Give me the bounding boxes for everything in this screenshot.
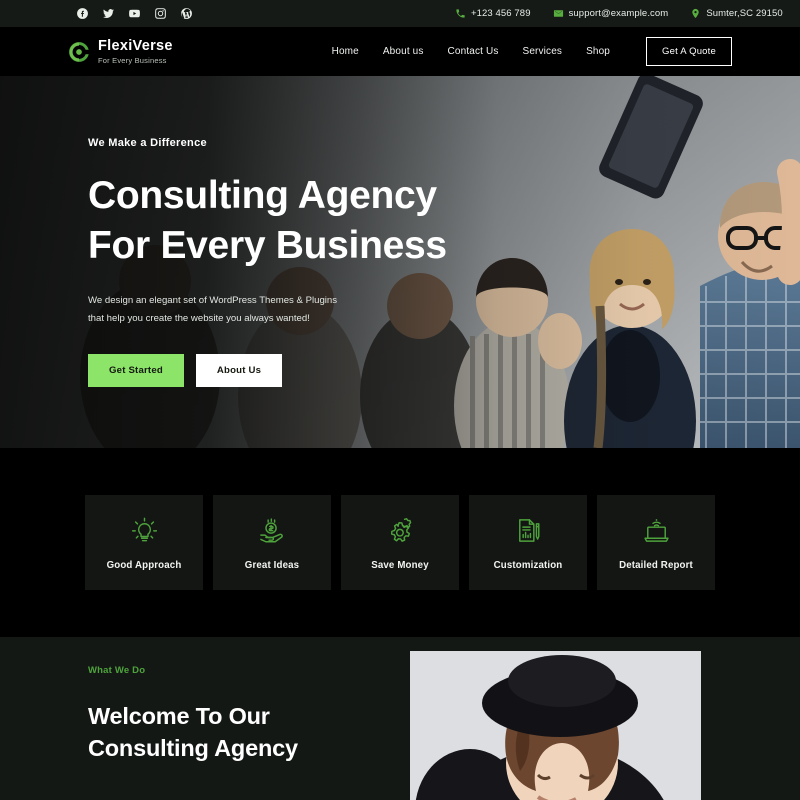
hero-eyebrow: We Make a Difference <box>88 137 207 150</box>
wordpress-icon[interactable] <box>180 7 193 20</box>
hero-buttons: Get Started About Us <box>88 353 447 387</box>
features-section: Good Approach Great Ideas Save Money Cus… <box>0 448 800 637</box>
hand-coin-icon <box>257 515 288 546</box>
hero-content: We Make a Difference Consulting Agency F… <box>88 76 447 448</box>
about-title-line-2: Consulting Agency <box>88 735 298 762</box>
feature-label: Customization <box>493 559 563 571</box>
feature-card-save-money[interactable]: Save Money <box>341 495 459 590</box>
twitter-icon[interactable] <box>102 7 115 20</box>
brand-tagline: For Every Business <box>98 55 167 65</box>
brand-logo[interactable]: FlexiVerse For Every Business <box>68 39 173 64</box>
location-pin-icon <box>692 8 700 19</box>
feature-card-good-approach[interactable]: Good Approach <box>85 495 203 590</box>
address-text: Sumter,SC 29150 <box>706 8 783 19</box>
brand-name: FlexiVerse <box>98 38 173 54</box>
about-section: What We Do Welcome To Our Consulting Age… <box>0 637 800 800</box>
contact-info: +123 456 789 support@example.com Sumter,… <box>455 0 783 27</box>
youtube-icon[interactable] <box>128 7 141 20</box>
facebook-icon[interactable] <box>76 7 89 20</box>
phone-contact[interactable]: +123 456 789 <box>455 8 531 19</box>
feature-label: Good Approach <box>106 559 182 571</box>
nav-item-home[interactable]: Home <box>332 46 359 57</box>
feature-card-customization[interactable]: Customization <box>469 495 587 590</box>
laptop-wifi-icon <box>641 515 672 546</box>
site-header: FlexiVerse For Every Business Home About… <box>0 27 800 76</box>
nav-item-contact-us[interactable]: Contact Us <box>448 46 499 57</box>
nav-item-services[interactable]: Services <box>523 46 563 57</box>
features-grid: Good Approach Great Ideas Save Money Cus… <box>85 495 715 590</box>
envelope-icon <box>553 10 563 17</box>
about-title-line-1: Welcome To Our <box>88 703 270 729</box>
hero-paragraph-line-2: that help you create the website you alw… <box>88 312 310 324</box>
feature-card-detailed-report[interactable]: Detailed Report <box>597 495 715 590</box>
feature-label: Detailed Report <box>619 559 693 571</box>
email-contact[interactable]: support@example.com <box>553 8 669 19</box>
nav-item-shop[interactable]: Shop <box>586 46 610 57</box>
feature-card-great-ideas[interactable]: Great Ideas <box>213 495 331 590</box>
instagram-icon[interactable] <box>154 7 167 20</box>
hero-title-line-2: For Every Business <box>88 224 447 268</box>
about-us-button[interactable]: About Us <box>195 353 283 387</box>
main-navigation: Home About us Contact Us Services Shop G… <box>332 27 732 76</box>
phone-text: +123 456 789 <box>471 8 531 19</box>
document-pen-icon <box>513 515 544 546</box>
about-title: Welcome To Our Consulting Agency <box>88 700 388 765</box>
lightbulb-icon <box>129 515 160 546</box>
social-links <box>76 7 193 20</box>
hero-paragraph: We design an elegant set of WordPress Th… <box>88 292 447 327</box>
hero-section: We Make a Difference Consulting Agency F… <box>0 76 800 448</box>
feature-label: Save Money <box>371 559 429 571</box>
logo-icon <box>69 41 90 62</box>
about-eyebrow: What We Do <box>88 665 146 676</box>
landing-page: +123 456 789 support@example.com Sumter,… <box>0 0 800 800</box>
feature-label: Great Ideas <box>244 559 300 571</box>
about-photo <box>410 651 701 800</box>
hero-title: Consulting Agency For Every Business <box>88 171 447 271</box>
address-contact[interactable]: Sumter,SC 29150 <box>690 8 783 19</box>
hero-paragraph-line-1: We design an elegant set of WordPress Th… <box>88 295 338 307</box>
email-text: support@example.com <box>568 8 669 19</box>
about-text-block: What We Do Welcome To Our Consulting Age… <box>88 665 388 765</box>
top-utility-bar: +123 456 789 support@example.com Sumter,… <box>0 0 800 27</box>
gears-icon <box>385 515 416 546</box>
hero-title-line-1: Consulting Agency <box>88 174 437 218</box>
about-photo-image <box>410 651 701 800</box>
get-started-button[interactable]: Get Started <box>88 353 184 387</box>
phone-icon <box>456 9 465 18</box>
get-a-quote-button[interactable]: Get A Quote <box>646 37 732 66</box>
nav-item-about-us[interactable]: About us <box>383 46 424 57</box>
